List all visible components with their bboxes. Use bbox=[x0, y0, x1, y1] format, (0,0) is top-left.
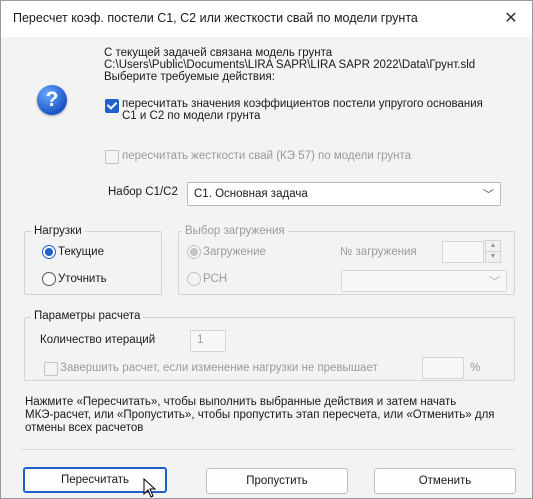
footer-hint: Нажмите «Пересчитать», чтобы выполнить в… bbox=[25, 396, 495, 435]
info-line-1: С текущей задачей связана модель грунта bbox=[104, 47, 333, 59]
rsn-radio-label: РСН bbox=[203, 273, 228, 285]
loading-radio[interactable] bbox=[187, 245, 201, 259]
c1c2-set-dropdown[interactable]: С1. Основная задача ﹀ bbox=[187, 182, 501, 206]
info-line-3: Выберите требуемые действия: bbox=[104, 71, 275, 83]
dialog-window: Пересчет коэф. постели С1, С2 или жестко… bbox=[0, 0, 533, 499]
loads-current-radio[interactable] bbox=[42, 245, 56, 259]
recalc-c1c2-label-1: пересчитать значения коэффициентов посте… bbox=[122, 98, 483, 110]
loading-radio-label: Загружение bbox=[203, 246, 266, 258]
loads-legend: Нагрузки bbox=[31, 225, 85, 237]
skip-button[interactable]: Пропустить bbox=[206, 468, 348, 494]
spin-down-icon[interactable]: ▼ bbox=[485, 251, 501, 263]
calc-params-legend: Параметры расчета bbox=[31, 310, 144, 322]
footer-divider bbox=[21, 449, 515, 450]
info-text: С текущей задачей связана модель грунта … bbox=[104, 47, 475, 83]
recalc-piles-label: пересчитать жесткости свай (КЭ 57) по мо… bbox=[122, 150, 412, 162]
footer-hint-line-2: МКЭ-расчет, или «Пропустить», чтобы проп… bbox=[25, 409, 495, 421]
load-choice-legend: Выбор загружения bbox=[182, 225, 288, 237]
window-title: Пересчет коэф. постели С1, С2 или жестко… bbox=[13, 11, 418, 25]
title-bar: Пересчет коэф. постели С1, С2 или жестко… bbox=[1, 1, 532, 37]
iterations-input[interactable]: 1 bbox=[190, 330, 226, 352]
loading-number-input[interactable] bbox=[442, 241, 484, 263]
chevron-down-icon: ﹀ bbox=[489, 276, 500, 288]
iterations-value: 1 bbox=[197, 334, 204, 346]
c1c2-set-label: Набор С1/С2 bbox=[108, 186, 178, 198]
percent-label: % bbox=[470, 362, 481, 374]
rsn-dropdown[interactable]: ﹀ bbox=[341, 270, 507, 292]
loads-group bbox=[24, 231, 162, 295]
recalc-piles-checkbox[interactable] bbox=[105, 150, 119, 164]
loads-refine-radio[interactable] bbox=[42, 272, 56, 286]
rsn-radio[interactable] bbox=[187, 272, 201, 286]
footer-hint-line-3: отмены всех расчетов bbox=[25, 422, 144, 434]
info-soil-path: C:\Users\Public\Documents\LIRA SAPR\LIRA… bbox=[104, 59, 476, 71]
finish-calc-checkbox[interactable] bbox=[44, 362, 58, 376]
cancel-button[interactable]: Отменить bbox=[374, 468, 516, 494]
c1c2-set-value: С1. Основная задача bbox=[194, 188, 308, 200]
question-icon: ? bbox=[37, 85, 67, 115]
close-icon[interactable]: ✕ bbox=[490, 1, 532, 37]
recalc-c1c2-checkbox[interactable] bbox=[105, 99, 119, 113]
chevron-down-icon: ﹀ bbox=[483, 189, 494, 201]
iterations-label: Количество итераций bbox=[40, 334, 156, 346]
footer-hint-line-1: Нажмите «Пересчитать», чтобы выполнить в… bbox=[25, 396, 457, 408]
loads-refine-label: Уточнить bbox=[58, 273, 107, 285]
recalc-c1c2-label-2: С1 и С2 по модели грунта bbox=[122, 110, 261, 122]
loads-current-label: Текущие bbox=[58, 246, 104, 258]
finish-calc-label: Завершить расчет, если изменение нагрузк… bbox=[60, 362, 378, 374]
mouse-pointer-icon bbox=[143, 478, 157, 498]
loading-number-label: № загружения bbox=[340, 246, 417, 258]
finish-threshold-input[interactable] bbox=[422, 357, 464, 379]
